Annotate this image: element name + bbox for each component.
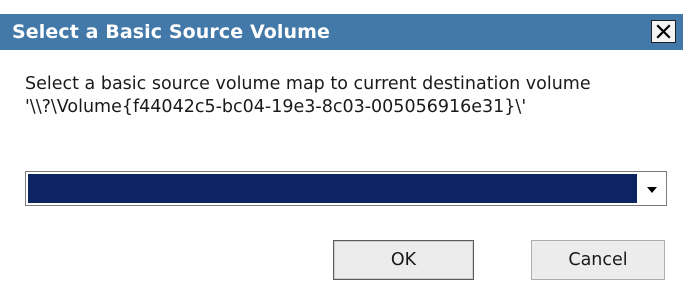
close-icon bbox=[656, 24, 671, 39]
destination-volume-path: '\\?\Volume{f44042c5-bc04-19e3-8c03-0050… bbox=[25, 97, 527, 117]
source-volume-dropdown[interactable] bbox=[25, 171, 667, 206]
close-button[interactable] bbox=[651, 20, 676, 43]
instruction-line-1: Select a basic source volume map to curr… bbox=[25, 74, 591, 94]
ok-button[interactable]: OK bbox=[333, 240, 474, 280]
select-source-volume-dialog: Select a Basic Source Volume Select a ba… bbox=[0, 0, 683, 289]
selected-volume-value[interactable] bbox=[28, 174, 637, 203]
title-bar[interactable]: Select a Basic Source Volume bbox=[0, 14, 683, 50]
dropdown-arrow-icon bbox=[646, 179, 658, 198]
dialog-title: Select a Basic Source Volume bbox=[12, 21, 331, 43]
cancel-button[interactable]: Cancel bbox=[531, 240, 665, 280]
dropdown-button[interactable] bbox=[639, 174, 664, 203]
instruction-message: Select a basic source volume map to curr… bbox=[25, 73, 591, 119]
